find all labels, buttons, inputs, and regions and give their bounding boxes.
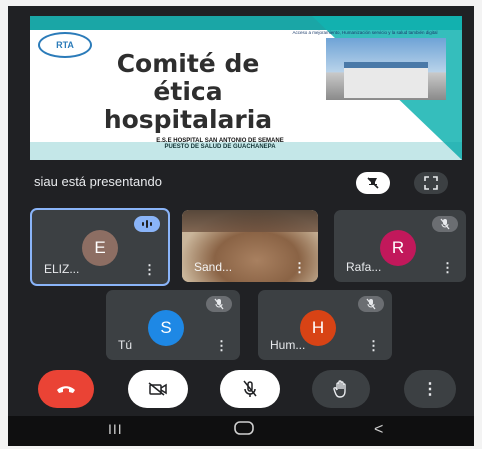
slide-title-line-1: Comité de [116,49,260,78]
audio-wave-icon [142,220,152,228]
muted-badge [358,296,384,312]
camera-toggle-button[interactable] [128,370,188,408]
home-icon [234,421,254,435]
hang-up-icon [57,386,75,393]
slide-bottom-band [30,142,462,160]
camera-off-icon [148,382,167,396]
more-options-icon[interactable]: ⋮ [215,339,228,352]
slide-title-line-2: ética [153,77,223,106]
participant-tile-rafa[interactable]: R Rafa... ⋮ [334,210,466,282]
end-call-button[interactable] [38,370,94,408]
participant-name: Rafa... [346,260,382,274]
participant-tile-sand[interactable]: Sand... ⋮ [182,210,318,282]
fullscreen-button[interactable] [414,172,448,194]
video-feed-hair [182,210,318,232]
unpin-icon [367,177,379,189]
recent-apps-button[interactable]: III [108,421,123,437]
hospital-photo [326,38,446,100]
mic-off-icon [243,380,257,397]
participant-name: Tú [118,338,133,352]
home-button[interactable] [234,421,254,440]
hand-icon [333,380,346,398]
more-options-icon[interactable]: ⋮ [441,261,454,274]
more-vert-icon: ⋮ [422,381,438,398]
participant-name: Sand... [194,260,233,274]
slide-title-line-3: hospitalaria [103,105,273,134]
participant-name: Hum... [270,338,306,352]
more-options-icon[interactable]: ⋮ [143,263,156,276]
more-options-icon[interactable]: ⋮ [367,339,380,352]
fullscreen-icon [424,176,438,190]
avatar-eliz: E [82,230,118,266]
participant-name: ELIZ... [44,262,80,276]
speaking-indicator [134,216,160,232]
mic-toggle-button[interactable] [220,370,280,408]
back-button[interactable]: < [374,421,383,439]
mic-off-icon [214,298,224,310]
muted-badge [432,216,458,232]
muted-badge [206,296,232,312]
raise-hand-button[interactable] [312,370,370,408]
participant-tile-hum[interactable]: H Hum... ⋮ [258,290,392,360]
slide-top-text: Acceso a mejoramiento, Humanización serv… [292,30,438,35]
more-options-icon[interactable]: ⋮ [293,261,306,274]
mic-off-icon [366,298,376,310]
avatar-hum: H [300,310,336,346]
avatar-self: S [148,310,184,346]
presenter-label: siau está presentando [34,174,162,189]
mic-off-icon [440,218,450,230]
meeting-window: RTA Acceso a mejoramiento, Humanización … [8,6,474,446]
avatar-rafa: R [380,230,416,266]
participant-tile-eliz[interactable]: E ELIZ... ⋮ [30,208,170,286]
shared-presentation: RTA Acceso a mejoramiento, Humanización … [30,16,462,160]
slide-title: Comité de ética hospitalaria [68,50,308,134]
participant-tile-self[interactable]: S Tú ⋮ [106,290,240,360]
unpin-button[interactable] [356,172,390,194]
more-options-button[interactable]: ⋮ [404,370,456,408]
system-navigation-bar: III < [8,416,474,446]
